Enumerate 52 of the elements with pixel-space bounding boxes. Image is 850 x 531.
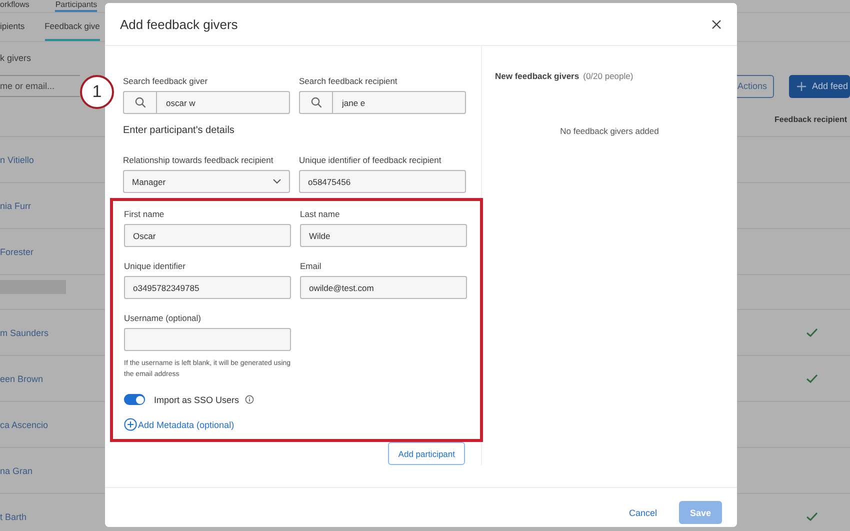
plus-circle-icon (124, 418, 137, 431)
search-icon (310, 97, 322, 108)
add-button[interactable]: Add feed (788, 74, 850, 98)
field-label: Search feedback recipient (299, 76, 398, 86)
input-field[interactable]: owilde@test.com (300, 276, 467, 299)
toggle-label: Import as SSO Users (154, 394, 240, 404)
toggle-switch[interactable] (124, 394, 145, 405)
input-field[interactable]: Oscar (124, 224, 291, 247)
input-field[interactable]: o58475456 (299, 170, 466, 193)
field-label: Username (optional) (124, 313, 202, 323)
field-label: First name (124, 209, 166, 219)
nav-tab[interactable]: orkflows (0, 0, 30, 12)
chevron-icon (273, 179, 281, 184)
field-label: Search feedback giver (123, 76, 209, 86)
section-title: Enter participant's details (123, 125, 236, 136)
search-field[interactable]: jane e (299, 91, 466, 114)
add-participant-button[interactable]: Add participant (388, 442, 465, 465)
field-label: Relationship towards feedback recipient (123, 155, 274, 165)
empty-message: No feedback givers added (559, 126, 660, 136)
search-field[interactable]: me or email... (0, 75, 80, 97)
cancel-button[interactable]: Cancel (622, 506, 663, 518)
input-field[interactable]: o3495782349785 (124, 276, 291, 299)
field-label: Last name (300, 209, 341, 219)
field-label: Unique identifier of feedback recipient (299, 155, 442, 165)
search-field[interactable]: oscar w (123, 91, 290, 114)
panel-title: New feedback givers (495, 71, 580, 81)
dialog-title: Add feedback givers (120, 16, 238, 32)
person-link[interactable]: nia Furr (0, 200, 32, 210)
step-marker: 1 (80, 75, 114, 109)
relationship-dropdown[interactable]: Manager (123, 170, 290, 193)
search-icon (134, 97, 146, 108)
person-link[interactable]: Forester (0, 246, 34, 256)
field-label: Email (300, 261, 322, 271)
sub-tab[interactable]: ipients (0, 13, 25, 41)
plus-icon (796, 82, 806, 90)
field-label: Unique identifier (124, 261, 186, 271)
close-icon[interactable] (712, 20, 721, 28)
person-link[interactable]: n Vitiello (0, 154, 34, 164)
list-title: k givers (0, 52, 32, 65)
info-icon[interactable] (245, 395, 254, 404)
column-header: Feedback recipient (774, 115, 847, 124)
person-link[interactable]: na Gran (0, 466, 33, 476)
input-field[interactable] (124, 328, 291, 351)
add-metadata-link[interactable]: Add Metadata (optional) (124, 418, 464, 431)
sub-tab[interactable]: Feedback give (44, 13, 100, 41)
person-link[interactable]: t Barth (0, 512, 27, 522)
person-link[interactable]: een Brown (0, 374, 44, 384)
person-link[interactable]: ca Ascencio (0, 420, 48, 430)
person-link[interactable]: m Saunders (0, 328, 49, 338)
nav-tab[interactable]: Participants (55, 0, 98, 12)
people-count: (0/20 people) (583, 71, 634, 81)
input-field[interactable]: Wilde (300, 224, 467, 247)
